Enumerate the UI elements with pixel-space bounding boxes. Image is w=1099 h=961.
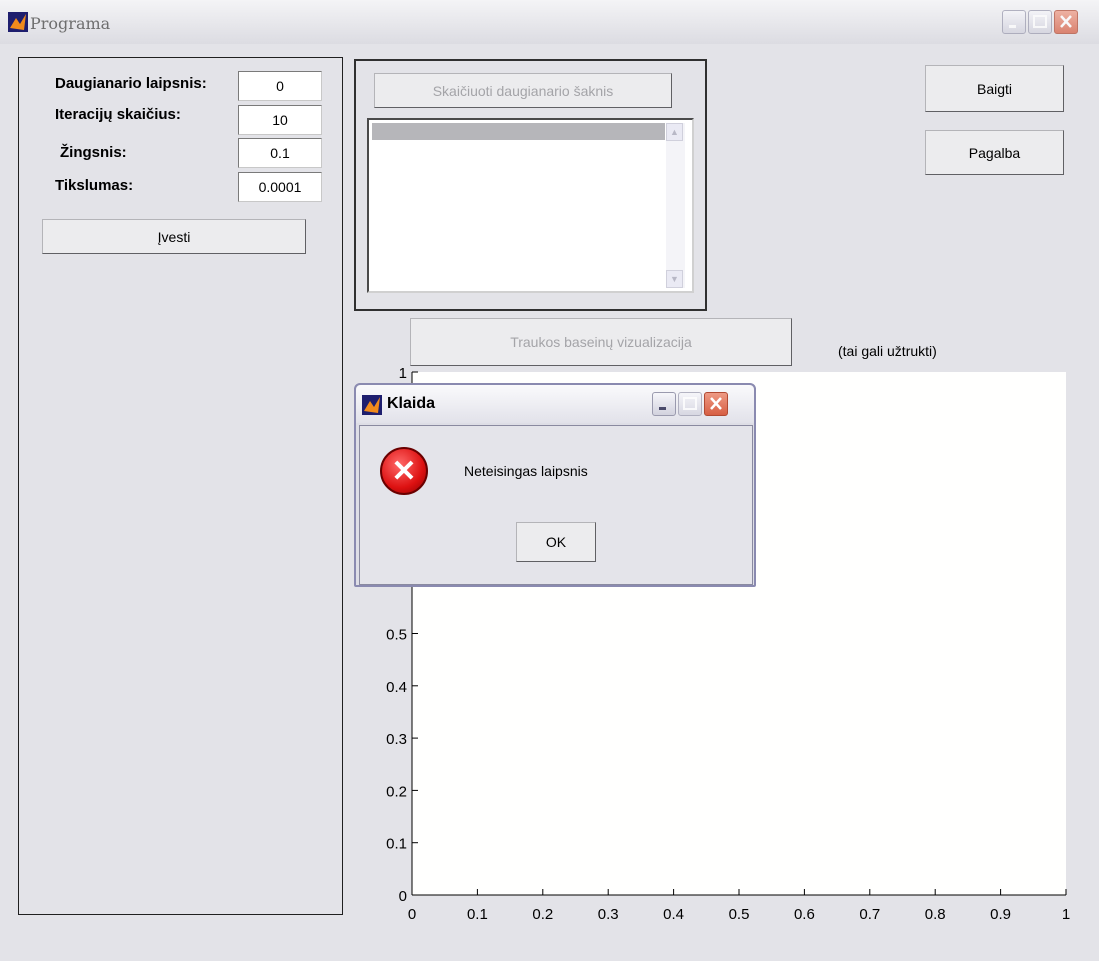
- x-tick-label: 0.2: [532, 906, 553, 923]
- y-tick-label: 0.1: [386, 836, 407, 853]
- matlab-app-icon: [8, 12, 28, 32]
- scroll-down-icon[interactable]: ▼: [666, 270, 683, 288]
- y-tick-label: 0.5: [386, 627, 407, 644]
- precision-input[interactable]: 0.0001: [238, 172, 322, 202]
- maximize-button[interactable]: [1028, 10, 1052, 34]
- x-tick-label: 0.7: [859, 906, 880, 923]
- dialog-minimize-button[interactable]: [652, 392, 676, 416]
- basin-visualization-button[interactable]: Traukos baseinų vizualizacija: [410, 318, 792, 366]
- x-tick-label: 0.9: [990, 906, 1011, 923]
- compute-roots-button[interactable]: Skaičiuoti daugianario šaknis: [374, 73, 672, 108]
- dialog-maximize-button[interactable]: [678, 392, 702, 416]
- help-button[interactable]: Pagalba: [925, 130, 1064, 175]
- listbox-scrollbar[interactable]: ▲ ▼: [666, 123, 685, 288]
- duration-note: (tai gali užtrukti): [838, 343, 937, 359]
- quit-button[interactable]: Baigti: [925, 65, 1064, 112]
- selected-list-row[interactable]: [372, 123, 665, 140]
- step-label: Žingsnis:: [60, 144, 127, 161]
- x-tick-label: 0.8: [925, 906, 946, 923]
- x-tick-label: 0.3: [598, 906, 619, 923]
- minimize-icon: [1009, 25, 1016, 28]
- precision-label: Tikslumas:: [55, 177, 134, 194]
- maximize-icon: [1033, 15, 1047, 28]
- dialog-title: Klaida: [387, 395, 436, 412]
- y-tick-label: 0.4: [386, 679, 407, 696]
- y-tick-label: 0.2: [386, 783, 407, 800]
- close-icon: [710, 397, 722, 410]
- window-title: Programa: [30, 14, 111, 33]
- roots-listbox[interactable]: ▲ ▼: [367, 118, 694, 293]
- close-icon: [1060, 15, 1072, 28]
- scroll-up-icon[interactable]: ▲: [666, 123, 683, 141]
- enter-button[interactable]: Įvesti: [42, 219, 306, 254]
- y-tick-label: 0: [399, 888, 407, 905]
- error-icon: ✕: [380, 447, 428, 495]
- dialog-body: ✕ Neteisingas laipsnis OK: [359, 425, 753, 585]
- main-title-bar: [0, 0, 1099, 44]
- x-tick-label: 0.5: [729, 906, 750, 923]
- x-tick-label: 0.1: [467, 906, 488, 923]
- step-input[interactable]: 0.1: [238, 138, 322, 168]
- minimize-icon: [659, 407, 666, 410]
- dialog-title-bar: Klaida: [356, 385, 754, 423]
- iterations-input[interactable]: 10: [238, 105, 322, 135]
- dialog-message: Neteisingas laipsnis: [464, 463, 588, 479]
- close-button[interactable]: [1054, 10, 1078, 34]
- matlab-app-icon: [362, 395, 382, 415]
- degree-input[interactable]: 0: [238, 71, 322, 101]
- dialog-close-button[interactable]: [704, 392, 728, 416]
- x-tick-label: 1: [1062, 906, 1070, 923]
- iterations-label: Iteracijų skaičius:: [55, 106, 181, 123]
- x-tick-label: 0: [408, 906, 416, 923]
- error-dialog: Klaida ✕ Neteisingas laipsnis OK: [354, 383, 756, 587]
- minimize-button[interactable]: [1002, 10, 1026, 34]
- y-tick-label: 1: [399, 365, 407, 382]
- x-tick-label: 0.4: [663, 906, 684, 923]
- x-tick-label: 0.6: [794, 906, 815, 923]
- maximize-icon: [683, 397, 697, 410]
- y-tick-label: 0.3: [386, 731, 407, 748]
- degree-label: Daugianario laipsnis:: [55, 75, 207, 92]
- ok-button[interactable]: OK: [516, 522, 596, 562]
